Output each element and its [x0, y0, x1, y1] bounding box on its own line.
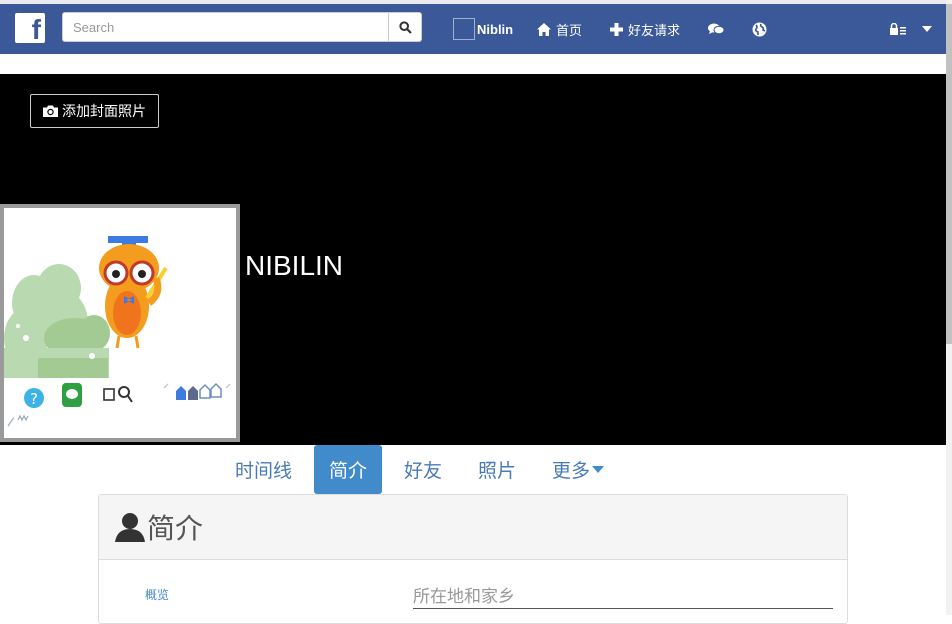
tab-about[interactable]: 简介: [314, 445, 383, 494]
tab-about-label: 简介: [329, 460, 368, 482]
camera-icon: [43, 105, 58, 117]
caret-down-icon: [592, 466, 605, 473]
tab-photos-label: 照片: [478, 460, 517, 482]
facebook-logo[interactable]: f: [15, 13, 45, 45]
owl-mascot-image: ?: [4, 236, 231, 427]
page-scrollbar[interactable]: [946, 0, 952, 615]
search-button[interactable]: [388, 13, 421, 41]
tab-photos[interactable]: 照片: [463, 445, 531, 494]
user-icon: [115, 513, 145, 542]
tab-timeline-label: 时间线: [235, 460, 293, 482]
cover-top-spacer: [0, 54, 946, 74]
home-icon: [537, 22, 551, 36]
nav-home-label: 首页: [556, 23, 583, 39]
nav-profile-link[interactable]: Niblin: [453, 4, 513, 54]
nav-friend-requests-label: 好友请求: [628, 23, 681, 39]
add-cover-photo-label: 添加封面照片: [62, 104, 146, 120]
account-menu[interactable]: [890, 4, 932, 54]
profile-user-name: NIBILIN: [245, 250, 344, 281]
nav-home-link[interactable]: 首页: [537, 4, 582, 54]
search-box: [62, 12, 422, 42]
scrollbar-thumb[interactable]: [946, 4, 952, 344]
profile-picture[interactable]: ?: [0, 204, 240, 442]
profile-thumbnail: [453, 18, 475, 40]
tab-friends[interactable]: 好友: [389, 445, 457, 494]
nav-profile-name: Niblin: [477, 21, 514, 37]
overview-link[interactable]: 概览: [145, 586, 169, 603]
profile-tabs: 时间线 简介 好友 照片 更多: [0, 445, 946, 495]
tab-timeline[interactable]: 时间线: [220, 445, 307, 494]
nav-friend-requests-link[interactable]: 好友请求: [610, 4, 680, 54]
tab-friends-label: 好友: [404, 460, 443, 482]
lock-list-icon: [890, 23, 906, 35]
chat-bubbles-icon: [708, 23, 724, 34]
cover-photo-area: 添加封面照片 ? NIBILIN: [0, 74, 946, 445]
add-cover-photo-button[interactable]: 添加封面照片: [30, 94, 159, 128]
location-hometown-field[interactable]: 所在地和家乡: [413, 582, 833, 609]
search-input[interactable]: [63, 13, 389, 41]
notifications-button[interactable]: [752, 4, 767, 54]
about-panel-header: 简介: [99, 495, 847, 560]
search-icon: [398, 20, 412, 34]
tab-more-label: 更多: [552, 460, 591, 482]
svg-text:?: ?: [30, 390, 38, 408]
tab-more[interactable]: 更多: [537, 445, 619, 494]
globe-icon: [752, 22, 767, 36]
about-panel: 简介 概览 所在地和家乡: [98, 494, 848, 624]
plus-icon: [610, 22, 623, 36]
messages-button[interactable]: [708, 4, 724, 54]
top-navbar: f Niblin 首页 好友请求: [0, 4, 946, 54]
chevron-down-icon: [922, 26, 932, 32]
about-panel-title: 简介: [147, 512, 204, 545]
